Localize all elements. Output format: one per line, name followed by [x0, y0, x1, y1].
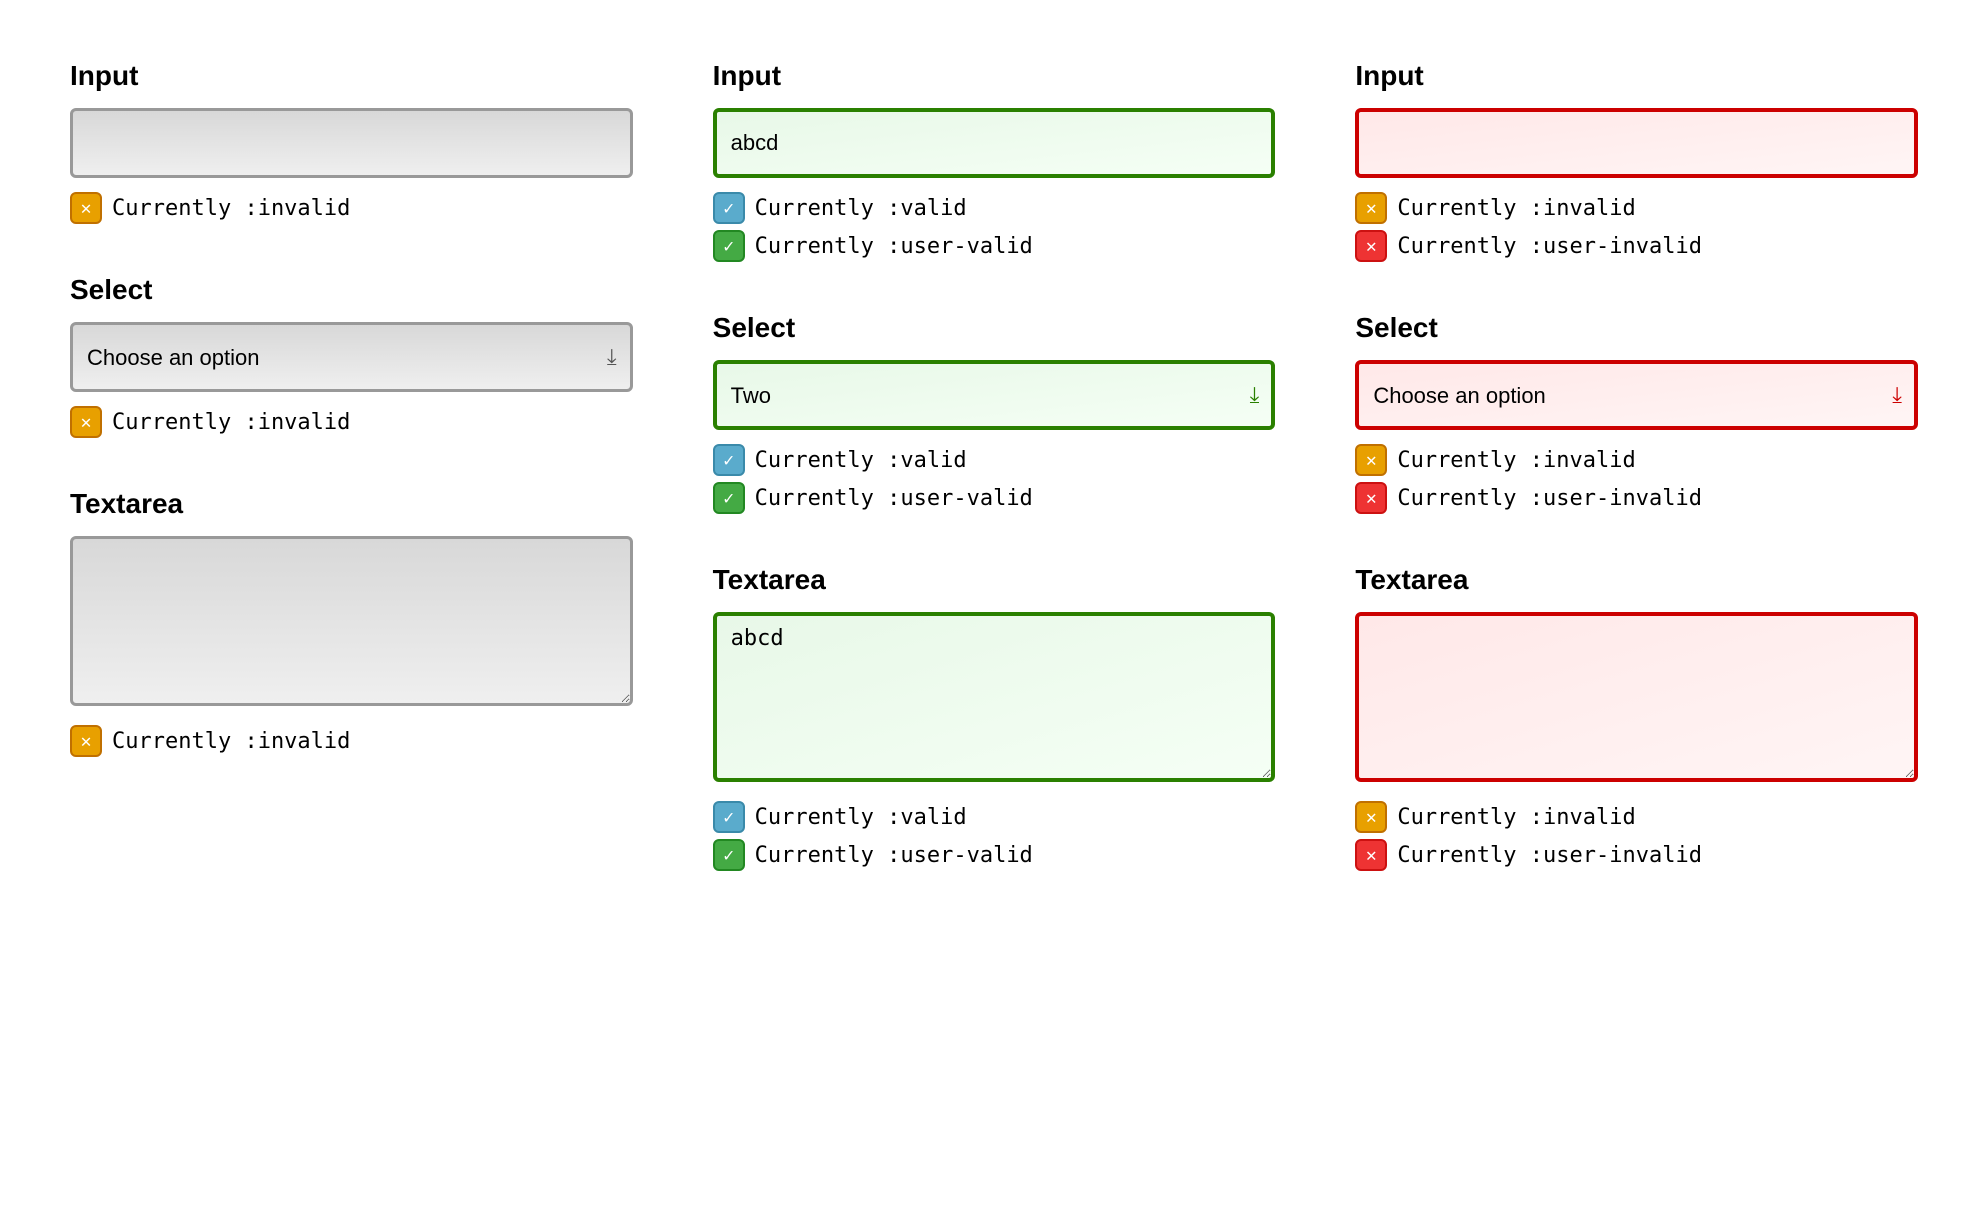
- status-text-user-valid-1: Currently :user-valid: [755, 234, 1033, 259]
- select-status-text-user-valid-1: Currently :user-valid: [755, 486, 1033, 511]
- column-neutral: Input ✕ Currently :invalid Select Choose…: [30, 30, 673, 911]
- status-text-1: Currently :invalid: [112, 196, 350, 221]
- select-status-text-user-invalid-col3: Currently :user-invalid: [1397, 486, 1702, 511]
- badge-orange-textarea-1: ✕: [70, 725, 102, 757]
- input-field-valid[interactable]: [713, 108, 1276, 178]
- main-grid: Input ✕ Currently :invalid Select Choose…: [30, 30, 1958, 911]
- status-invalid-col3: ✕ Currently :invalid: [1355, 192, 1918, 224]
- badge-red-textarea-3: ✕: [1355, 839, 1387, 871]
- select-wrapper-invalid: Choose an option One Two Three ⤓: [1355, 360, 1918, 430]
- badge-blue-textarea-1: ✓: [713, 801, 745, 833]
- input-field-invalid[interactable]: [1355, 108, 1918, 178]
- select-label-neutral: Select: [70, 274, 633, 306]
- input-status-list-neutral: ✕ Currently :invalid: [70, 192, 633, 224]
- textarea-status-text-valid-1: Currently :valid: [755, 805, 967, 830]
- column-valid: Input ✓ Currently :valid ✓ Currently :us…: [673, 30, 1316, 911]
- column-invalid: Input ✕ Currently :invalid ✕ Currently :…: [1315, 30, 1958, 911]
- textarea-status-text-invalid-col3: Currently :invalid: [1397, 805, 1635, 830]
- select-status-invalid-neutral: ✕ Currently :invalid: [70, 406, 633, 438]
- textarea-section-valid: Textarea <span class="spell-underline">a…: [713, 564, 1276, 871]
- status-user-invalid-col3: ✕ Currently :user-invalid: [1355, 230, 1918, 262]
- select-section-neutral: Select Choose an option One Two Three ⤓ …: [70, 274, 633, 438]
- textarea-status-valid-1: ✓ Currently :valid: [713, 801, 1276, 833]
- input-section-valid: Input ✓ Currently :valid ✓ Currently :us…: [713, 60, 1276, 262]
- select-label-valid: Select: [713, 312, 1276, 344]
- badge-green-input-1: ✓: [713, 230, 745, 262]
- badge-green-textarea-1: ✓: [713, 839, 745, 871]
- badge-orange-textarea-3: ✕: [1355, 801, 1387, 833]
- textarea-status-invalid-neutral: ✕ Currently :invalid: [70, 725, 633, 757]
- select-section-valid: Select Choose an option One Two Three ⤓ …: [713, 312, 1276, 514]
- textarea-status-list-neutral: ✕ Currently :invalid: [70, 725, 633, 757]
- textarea-section-neutral: Textarea ✕ Currently :invalid: [70, 488, 633, 757]
- select-status-invalid-col3: ✕ Currently :invalid: [1355, 444, 1918, 476]
- textarea-status-text-1: Currently :invalid: [112, 729, 350, 754]
- select-status-text-valid-1: Currently :valid: [755, 448, 967, 473]
- status-text-invalid-col3: Currently :invalid: [1397, 196, 1635, 221]
- badge-blue-select-1: ✓: [713, 444, 745, 476]
- badge-orange-select-3: ✕: [1355, 444, 1387, 476]
- textarea-status-user-valid-1: ✓ Currently :user-valid: [713, 839, 1276, 871]
- badge-red-select-3: ✕: [1355, 482, 1387, 514]
- select-field-neutral[interactable]: Choose an option One Two Three: [70, 322, 633, 392]
- badge-green-select-1: ✓: [713, 482, 745, 514]
- textarea-field-invalid[interactable]: [1355, 612, 1918, 782]
- textarea-label-invalid: Textarea: [1355, 564, 1918, 596]
- badge-orange-select-1: ✕: [70, 406, 102, 438]
- select-section-invalid: Select Choose an option One Two Three ⤓ …: [1355, 312, 1918, 514]
- select-status-list-invalid: ✕ Currently :invalid ✕ Currently :user-i…: [1355, 444, 1918, 514]
- textarea-status-text-user-valid-1: Currently :user-valid: [755, 843, 1033, 868]
- status-text-user-invalid-col3: Currently :user-invalid: [1397, 234, 1702, 259]
- textarea-field-valid[interactable]: <span class="spell-underline">abcd</span…: [713, 612, 1276, 782]
- textarea-status-text-user-invalid-col3: Currently :user-invalid: [1397, 843, 1702, 868]
- textarea-status-user-invalid-col3: ✕ Currently :user-invalid: [1355, 839, 1918, 871]
- input-status-list-invalid: ✕ Currently :invalid ✕ Currently :user-i…: [1355, 192, 1918, 262]
- select-status-user-invalid-col3: ✕ Currently :user-invalid: [1355, 482, 1918, 514]
- select-field-invalid[interactable]: Choose an option One Two Three: [1355, 360, 1918, 430]
- badge-red-input-3: ✕: [1355, 230, 1387, 262]
- textarea-section-invalid: Textarea ✕ Currently :invalid ✕ Currentl…: [1355, 564, 1918, 871]
- select-status-list-valid: ✓ Currently :valid ✓ Currently :user-val…: [713, 444, 1276, 514]
- textarea-field-neutral[interactable]: [70, 536, 633, 706]
- select-field-valid[interactable]: Choose an option One Two Three: [713, 360, 1276, 430]
- input-status-list-valid: ✓ Currently :valid ✓ Currently :user-val…: [713, 192, 1276, 262]
- textarea-status-invalid-col3: ✕ Currently :invalid: [1355, 801, 1918, 833]
- select-wrapper-valid: Choose an option One Two Three ⤓: [713, 360, 1276, 430]
- input-section-invalid: Input ✕ Currently :invalid ✕ Currently :…: [1355, 60, 1918, 262]
- select-status-list-neutral: ✕ Currently :invalid: [70, 406, 633, 438]
- input-field-neutral[interactable]: [70, 108, 633, 178]
- textarea-status-list-valid: ✓ Currently :valid ✓ Currently :user-val…: [713, 801, 1276, 871]
- select-status-text-invalid-col3: Currently :invalid: [1397, 448, 1635, 473]
- select-status-text-1: Currently :invalid: [112, 410, 350, 435]
- select-label-invalid: Select: [1355, 312, 1918, 344]
- input-label-valid: Input: [713, 60, 1276, 92]
- textarea-status-list-invalid: ✕ Currently :invalid ✕ Currently :user-i…: [1355, 801, 1918, 871]
- input-label-invalid: Input: [1355, 60, 1918, 92]
- status-user-valid-1: ✓ Currently :user-valid: [713, 230, 1276, 262]
- textarea-label-valid: Textarea: [713, 564, 1276, 596]
- select-status-valid-1: ✓ Currently :valid: [713, 444, 1276, 476]
- status-valid-1: ✓ Currently :valid: [713, 192, 1276, 224]
- status-text-valid-1: Currently :valid: [755, 196, 967, 221]
- select-wrapper-neutral: Choose an option One Two Three ⤓: [70, 322, 633, 392]
- input-section-neutral: Input ✕ Currently :invalid: [70, 60, 633, 224]
- select-status-user-valid-1: ✓ Currently :user-valid: [713, 482, 1276, 514]
- badge-blue-input-1: ✓: [713, 192, 745, 224]
- badge-orange-input-3: ✕: [1355, 192, 1387, 224]
- input-label-neutral: Input: [70, 60, 633, 92]
- textarea-label-neutral: Textarea: [70, 488, 633, 520]
- status-invalid-neutral: ✕ Currently :invalid: [70, 192, 633, 224]
- badge-orange-1: ✕: [70, 192, 102, 224]
